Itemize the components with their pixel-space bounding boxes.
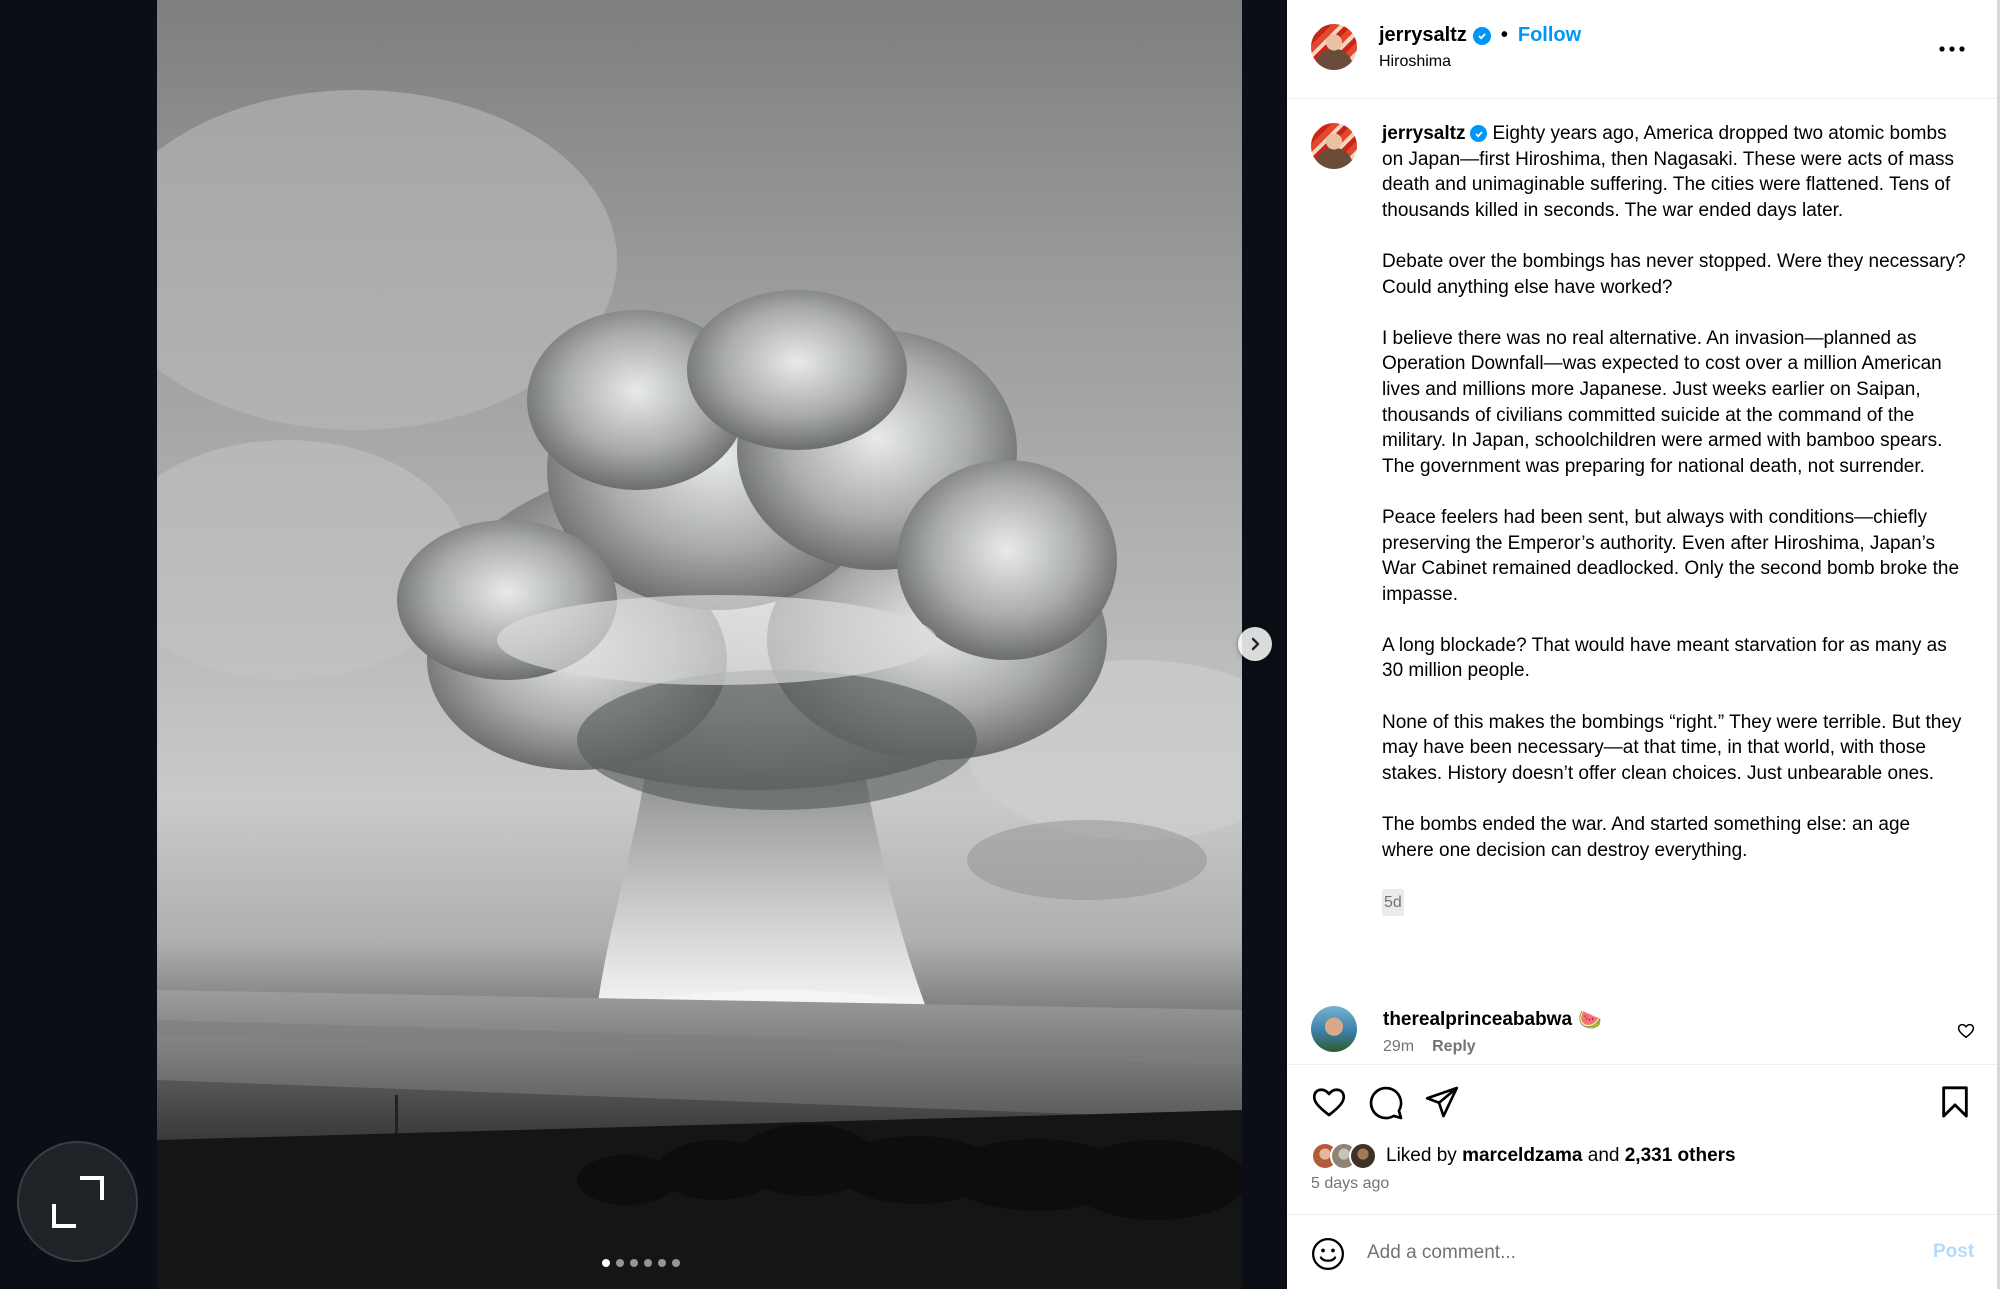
reply-button[interactable]: Reply <box>1432 1038 1476 1056</box>
liker-username[interactable]: marceldzama <box>1462 1145 1582 1166</box>
comment-input[interactable] <box>1367 1237 1887 1269</box>
expand-icon <box>51 1175 104 1228</box>
caption-paragraph: Debate over the bombings has never stopp… <box>1382 250 1966 298</box>
caption-paragraph: The bombs ended the war. And started som… <box>1382 814 1911 861</box>
carousel-indicator <box>602 1259 680 1267</box>
emoji-button[interactable] <box>1311 1237 1345 1276</box>
commenter-line: therealprinceababwa 🍉 <box>1383 1008 1602 1032</box>
carousel-dot <box>616 1259 624 1267</box>
caption-paragraph: A long blockade? That would have meant s… <box>1382 634 1947 682</box>
caption-paragraph: None of this makes the bombings “right.”… <box>1382 711 1962 784</box>
caption-username[interactable]: jerrysaltz <box>1382 121 1488 147</box>
heart-icon <box>1312 1088 1346 1117</box>
separator-dot: • <box>1500 24 1508 46</box>
post-date: 5 days ago <box>1311 1175 1390 1192</box>
like-button[interactable] <box>1311 1085 1347 1123</box>
heart-icon <box>1957 1023 1975 1039</box>
caption-text: jerrysaltz Eighty years ago, America drop… <box>1382 121 1967 917</box>
author-username[interactable]: jerrysaltz <box>1379 24 1467 47</box>
more-options-button[interactable] <box>1937 34 1967 64</box>
chevron-right-icon <box>1251 637 1260 651</box>
watermelon-emoji: 🍉 <box>1578 1010 1602 1031</box>
commenter-username[interactable]: therealprinceababwa <box>1383 1009 1572 1031</box>
comment-button[interactable] <box>1368 1085 1404 1126</box>
commenter-avatar[interactable] <box>1311 1006 1357 1052</box>
save-button[interactable] <box>1940 1085 1970 1124</box>
comment-composer: Post <box>1287 1214 1997 1289</box>
verified-badge-icon <box>1472 26 1491 45</box>
mushroom-cloud-photo <box>157 90 1242 1289</box>
comment-like-button[interactable] <box>1957 1022 1975 1044</box>
likes-count-link[interactable]: 2,331 others <box>1625 1145 1736 1166</box>
caption-paragraph: jerrysaltz Eighty years ago, America drop… <box>1382 121 1955 221</box>
post-location[interactable]: Hiroshima <box>1379 53 1451 71</box>
likes-text: Liked by marceldzama and 2,331 others <box>1386 1145 1736 1166</box>
caption-paragraph: Peace feelers had been sent, but always … <box>1382 506 1960 605</box>
likes-summary: Liked by marceldzama and 2,331 others <box>1311 1142 1736 1170</box>
verified-badge-icon <box>1470 125 1488 143</box>
carousel-dot <box>630 1259 638 1267</box>
liker-avatar <box>1349 1142 1377 1170</box>
post-details-panel: jerrysaltz • Follow Hiroshima jerrysaltz… <box>1287 0 2000 1289</box>
carousel-dot <box>644 1259 652 1267</box>
carousel-dot <box>672 1259 680 1267</box>
share-button[interactable] <box>1424 1085 1460 1124</box>
carousel-dot <box>658 1259 666 1267</box>
bookmark-icon <box>1942 1086 1968 1118</box>
post-comment-button[interactable]: Post <box>1933 1241 1974 1263</box>
comment-meta: 29m Reply <box>1383 1038 1476 1056</box>
post-header: jerrysaltz • Follow Hiroshima <box>1287 0 1997 99</box>
caption-timestamp[interactable]: 5d <box>1382 888 1404 917</box>
caption-paragraph: I believe there was no real alternative.… <box>1382 327 1943 477</box>
post-actions: Liked by marceldzama and 2,331 others 5 … <box>1287 1064 1997 1214</box>
comment-item: therealprinceababwa 🍉 29m Reply <box>1287 1004 1997 1064</box>
caption-section: jerrysaltz Eighty years ago, America drop… <box>1287 99 1997 1064</box>
carousel-dot <box>602 1259 610 1267</box>
author-line: jerrysaltz • Follow <box>1379 24 1581 47</box>
instagram-post-modal: jerrysaltz • Follow Hiroshima jerrysaltz… <box>0 0 2000 1289</box>
emoji-icon <box>1311 1237 1345 1271</box>
expand-button[interactable] <box>17 1141 138 1262</box>
share-icon <box>1425 1086 1459 1118</box>
next-slide-button[interactable] <box>1238 627 1272 661</box>
post-media[interactable] <box>157 0 1242 1289</box>
follow-button[interactable]: Follow <box>1518 24 1581 47</box>
comment-time[interactable]: 29m <box>1383 1038 1414 1056</box>
comment-icon <box>1369 1086 1403 1120</box>
author-avatar[interactable] <box>1311 24 1357 70</box>
caption-avatar[interactable] <box>1311 123 1357 169</box>
more-icon <box>1939 46 1965 52</box>
